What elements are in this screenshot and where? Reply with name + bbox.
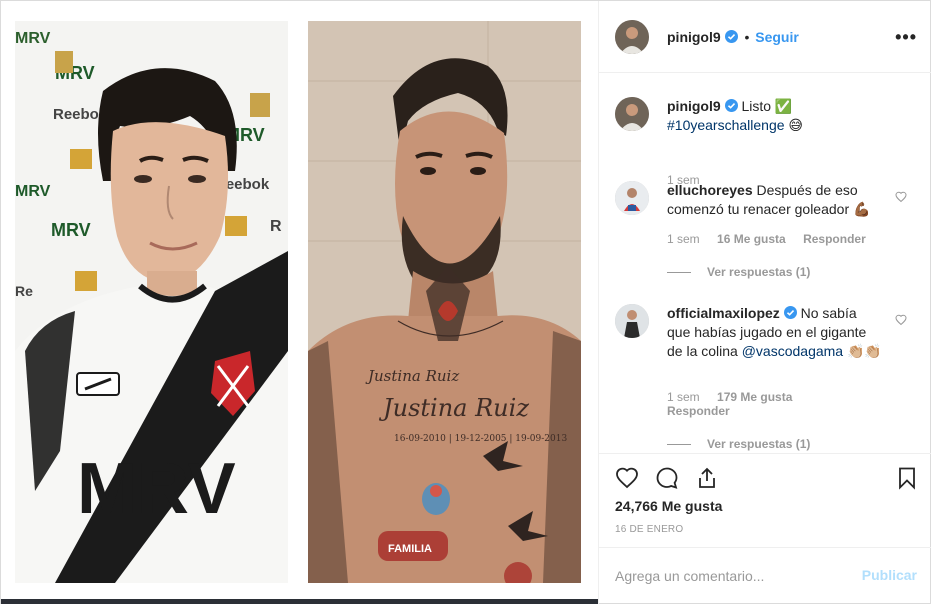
svg-text:Re: Re [15,283,33,299]
replies-divider [667,444,691,446]
backdrop-logo: MRV [15,183,51,200]
check-emoji: ✅ [774,98,793,114]
publish-button[interactable]: Publicar [862,567,917,583]
comment-time[interactable]: 1 sem [667,390,700,404]
caption-hashtag[interactable]: #10yearschallenge [667,117,785,133]
caption-body: pinigol9 Listo ✅ #10yearschallenge 😅 [667,97,882,135]
view-replies-label: Ver respuestas (1) [707,265,811,279]
caption-username[interactable]: pinigol9 [667,98,721,114]
verified-badge-icon [724,99,738,112]
tattoo-script: Justina Ruiz [365,367,459,385]
reply-button[interactable]: Responder [803,232,866,246]
media-bottom-strip [1,599,598,604]
commenter-avatar[interactable] [615,181,649,215]
tattoo-dates: 16-09-2010 | 19-12-2005 | 19-09-2013 [394,434,567,444]
instagram-post: MRV MRV Reebok MRV MRV MRV Reebok R Re o… [0,0,931,604]
comment-likes[interactable]: 179 Me gusta [717,390,792,404]
comment-bubble-icon[interactable] [655,466,679,490]
author-username[interactable]: pinigol9 [667,29,721,45]
view-replies-label: Ver respuestas (1) [707,437,811,451]
caption-avatar[interactable] [615,97,649,131]
replies-divider [667,272,691,274]
comment-emoji: 👏🏼👏🏼 [847,343,882,359]
backdrop-logo: MRV [15,30,51,47]
separator-dot: • [744,29,750,45]
post-date[interactable]: 16 DE ENERO [615,524,683,535]
comment-likes[interactable]: 16 Me gusta [717,232,786,246]
view-replies[interactable]: Ver respuestas (1) [667,265,810,279]
share-icon[interactable] [695,466,719,490]
verified-badge-icon [724,30,738,43]
action-bar [599,453,931,493]
comments-list[interactable]: pinigol9 Listo ✅ #10yearschallenge 😅 1 s… [599,73,931,453]
add-comment-section: Publicar [599,547,931,604]
post-media[interactable]: MRV MRV Reebok MRV MRV MRV Reebok R Re o… [1,1,598,604]
commenter-username[interactable]: officialmaxilopez [667,305,780,321]
comment-input[interactable] [615,566,845,586]
svg-text:R: R [270,218,282,235]
caption-avatar-image [615,97,649,131]
comment-like-heart-icon[interactable] [895,314,907,326]
comment-like-heart-icon[interactable] [895,191,907,203]
view-replies[interactable]: Ver respuestas (1) [667,437,810,451]
more-options-icon[interactable]: ••• [895,27,917,48]
after-photo-illustration: Justina Ruiz Justina Ruiz 16-09-2010 | 1… [308,21,581,583]
comment-body: elluchoreyes Después de eso comenzó tu r… [667,181,882,219]
header-user: pinigol9 • Seguir [667,29,799,45]
verified-badge-icon [783,306,797,319]
follow-button[interactable]: Seguir [755,29,799,45]
reply-button[interactable]: Responder [667,404,730,418]
author-avatar[interactable] [615,20,649,54]
tattoo-banner: FAMILIA [388,543,432,555]
commenter-avatar-image [615,181,649,215]
comment-meta: 1 sem 16 Me gusta Responder [667,232,866,246]
author-avatar-image [615,20,649,54]
post-sidebar: pinigol9 • Seguir ••• pinigol9 Listo ✅ #… [598,1,931,604]
post-header: pinigol9 • Seguir ••• [599,1,931,73]
before-photo-illustration: MRV MRV Reebok MRV MRV MRV Reebok R Re o… [15,21,288,583]
jersey-sponsor: MRV [77,449,236,529]
commenter-username[interactable]: elluchoreyes [667,182,753,198]
commenter-avatar-image [615,304,649,338]
bookmark-icon[interactable] [895,466,919,490]
comment-time[interactable]: 1 sem [667,232,700,246]
caption-text: Listo [741,98,772,114]
tattoo-script-large: Justina Ruiz [378,394,529,422]
photo-before: MRV MRV Reebok MRV MRV MRV Reebok R Re o… [15,21,288,583]
comment-mention[interactable]: @vascodagama [742,343,843,359]
comment-body: officialmaxilopez No sabía que habías ju… [667,304,882,361]
photo-after: Justina Ruiz Justina Ruiz 16-09-2010 | 1… [308,21,581,583]
commenter-avatar[interactable] [615,304,649,338]
like-heart-icon[interactable] [615,466,639,490]
likes-count[interactable]: 24,766 Me gusta [615,498,722,514]
comment-meta: 1 sem 179 Me gusta Responder [667,390,817,418]
comment-emoji: 💪🏾 [853,201,871,217]
caption-emoji: 😅 [788,117,804,133]
backdrop-logo: MRV [51,220,91,240]
